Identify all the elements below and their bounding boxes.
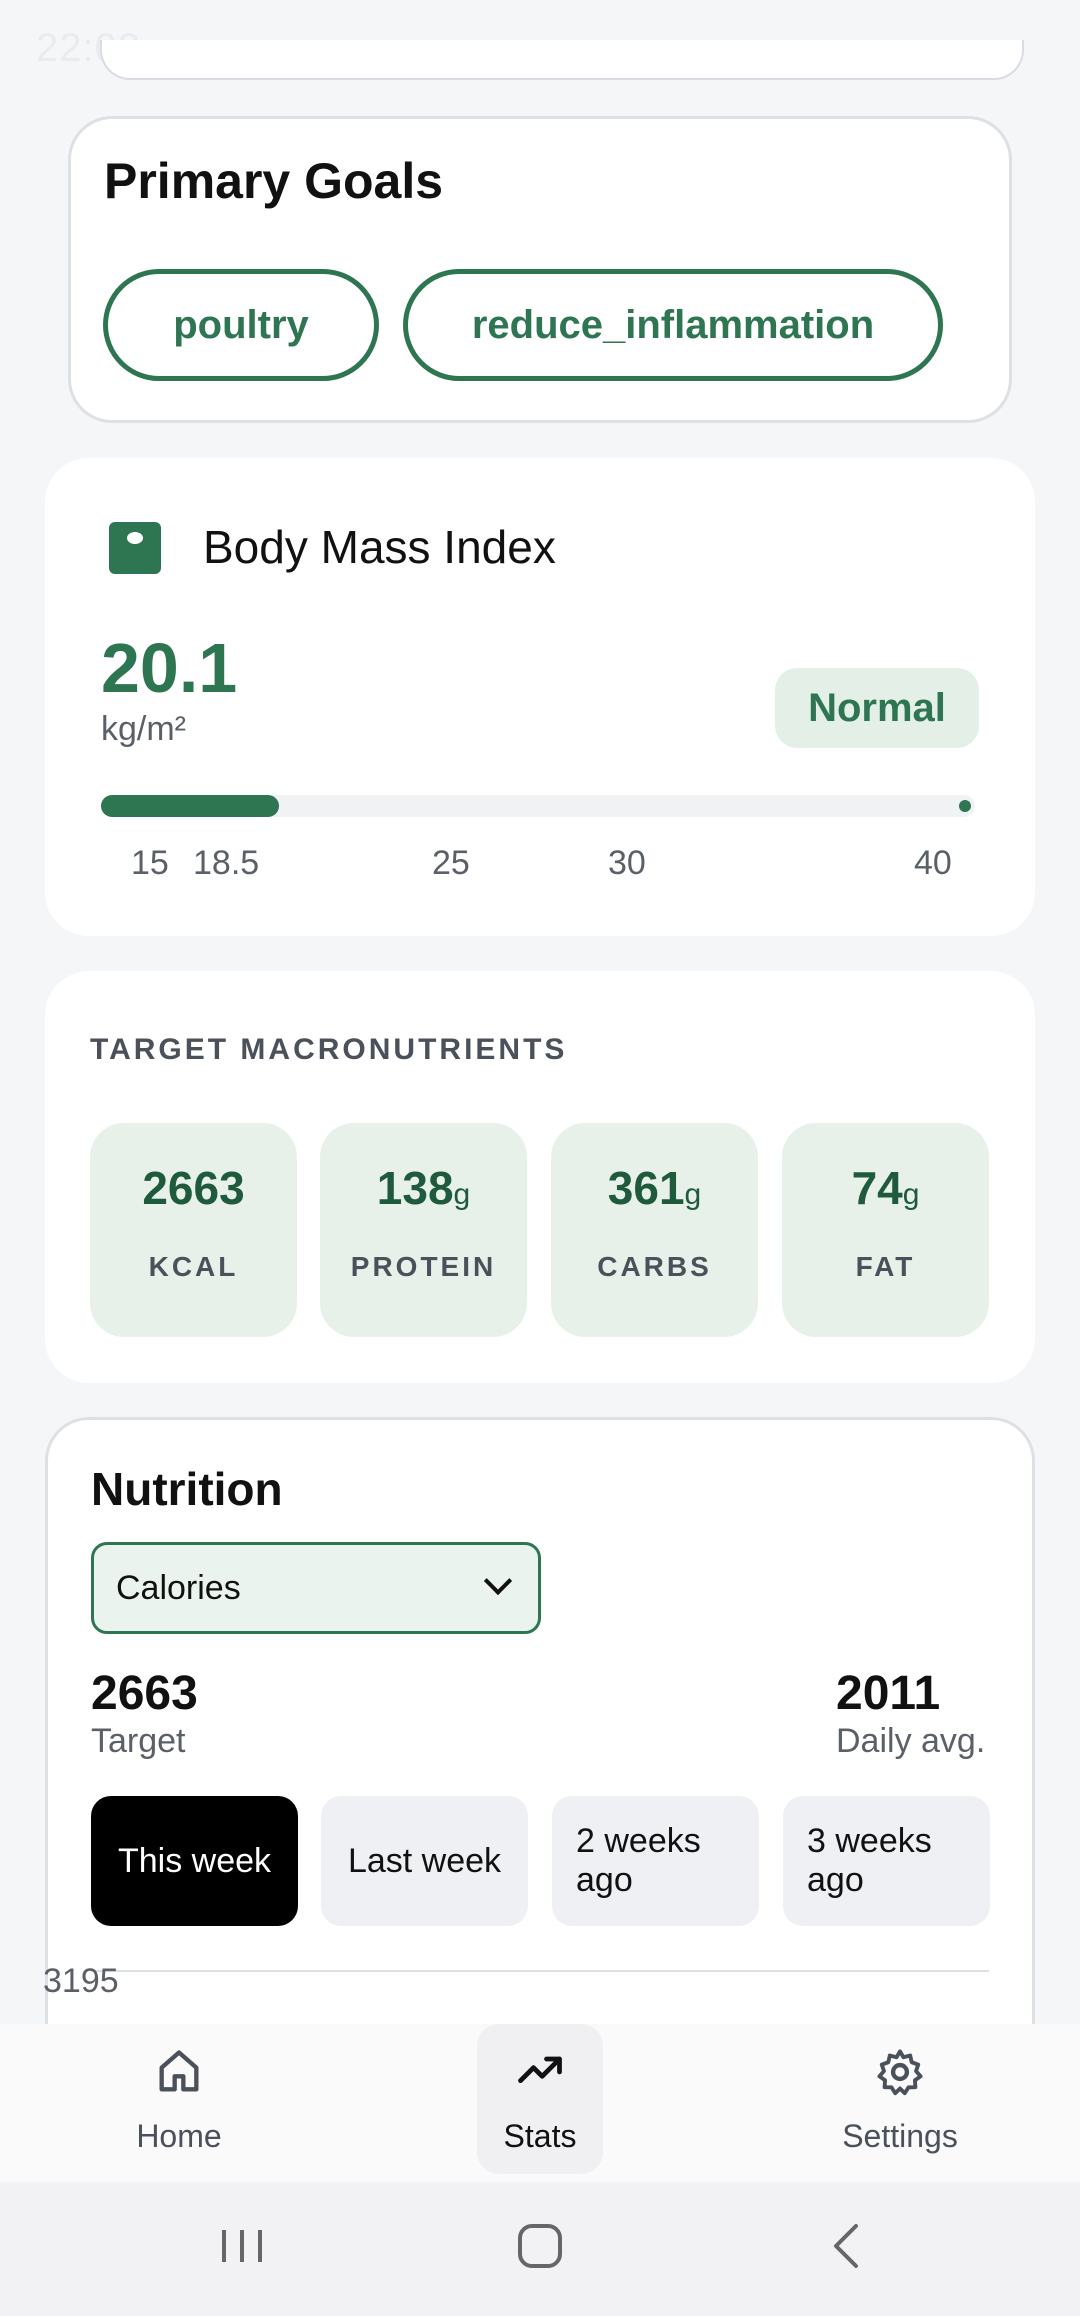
nav-settings[interactable]: Settings [837,2024,963,2174]
bmi-scale-end-dot [959,800,971,812]
bottom-navigation: Home Stats Settings [0,2024,1080,2182]
bmi-title: Body Mass Index [203,521,556,573]
tab-3-weeks-ago[interactable]: 3 weeks ago [783,1796,990,1926]
tab-this-week[interactable]: This week [91,1796,298,1926]
chart-y-max-label: 3195 [43,1962,119,2000]
macro-kcal: 2663 KCAL [90,1123,297,1337]
previous-card-edge [100,40,1024,80]
macro-carbs: 361g CARBS [551,1123,758,1337]
macro-protein: 138g PROTEIN [320,1123,527,1337]
nav-home-label: Home [136,2118,222,2154]
home-icon [159,2050,199,2092]
macro-carbs-value: 361g [607,1162,702,1214]
nav-settings-label: Settings [842,2118,958,2154]
bmi-scale-fill [101,795,279,817]
trending-up-icon [518,2056,562,2084]
bmi-unit: kg/m² [101,710,186,748]
macronutrients-card: TARGET MACRONUTRIENTS 2663 KCAL 138g PRO… [45,971,1035,1383]
macro-kcal-label: KCAL [148,1251,239,1282]
macro-fat-value: 74g [851,1162,920,1214]
daily-avg-value: 2011 [836,1667,941,1720]
macros-title: TARGET MACRONUTRIENTS [90,1033,568,1066]
nav-home[interactable]: Home [116,2024,242,2174]
chart-gridline [91,1970,989,1972]
nutrition-card: Nutrition Calories 2663 Target 2011 Dail… [45,1417,1035,2057]
target-value: 2663 [91,1667,198,1720]
macro-protein-value: 138g [376,1162,471,1214]
bmi-category-badge: Normal [775,668,979,748]
goal-chip-poultry[interactable]: poultry [103,269,379,381]
nav-stats[interactable]: Stats [477,2024,603,2174]
macro-protein-label: PROTEIN [350,1251,497,1282]
nutrition-metric-select[interactable]: Calories [91,1542,541,1634]
bmi-tick-40: 40 [914,844,952,882]
system-navigation-bar [0,2182,1080,2316]
goal-chip-reduce-inflammation[interactable]: reduce_inflammation [403,269,943,381]
recent-apps-icon[interactable] [218,2222,266,2270]
macro-fat: 74g FAT [782,1123,989,1337]
bmi-tick-30: 30 [608,844,646,882]
scale-icon [109,522,161,574]
target-label: Target [91,1722,186,1760]
macro-fat-label: FAT [855,1251,916,1282]
daily-avg-label: Daily avg. [836,1722,986,1760]
primary-goals-title: Primary Goals [104,153,444,209]
tab-last-week[interactable]: Last week [321,1796,528,1926]
nutrition-title: Nutrition [91,1463,283,1515]
tab-2-weeks-ago[interactable]: 2 weeks ago [552,1796,759,1926]
macro-kcal-value: 2663 [142,1162,245,1214]
home-button-icon[interactable] [516,2222,564,2270]
bmi-tick-18-5: 18.5 [193,844,260,882]
chevron-down-icon [483,1566,513,1596]
bmi-scale-track [101,795,975,817]
gear-icon [877,2049,923,2096]
back-icon[interactable] [824,2222,872,2270]
bmi-tick-25: 25 [432,844,470,882]
bmi-value: 20.1 [101,629,238,707]
nutrition-metric-value: Calories [116,1568,241,1607]
primary-goals-card: Primary Goals poultry reduce_inflammatio… [68,116,1012,423]
macro-carbs-label: CARBS [597,1251,712,1282]
bmi-card: Body Mass Index 20.1 kg/m² Normal 15 18.… [45,458,1035,936]
bmi-tick-15: 15 [131,844,169,882]
nav-stats-label: Stats [503,2118,577,2154]
